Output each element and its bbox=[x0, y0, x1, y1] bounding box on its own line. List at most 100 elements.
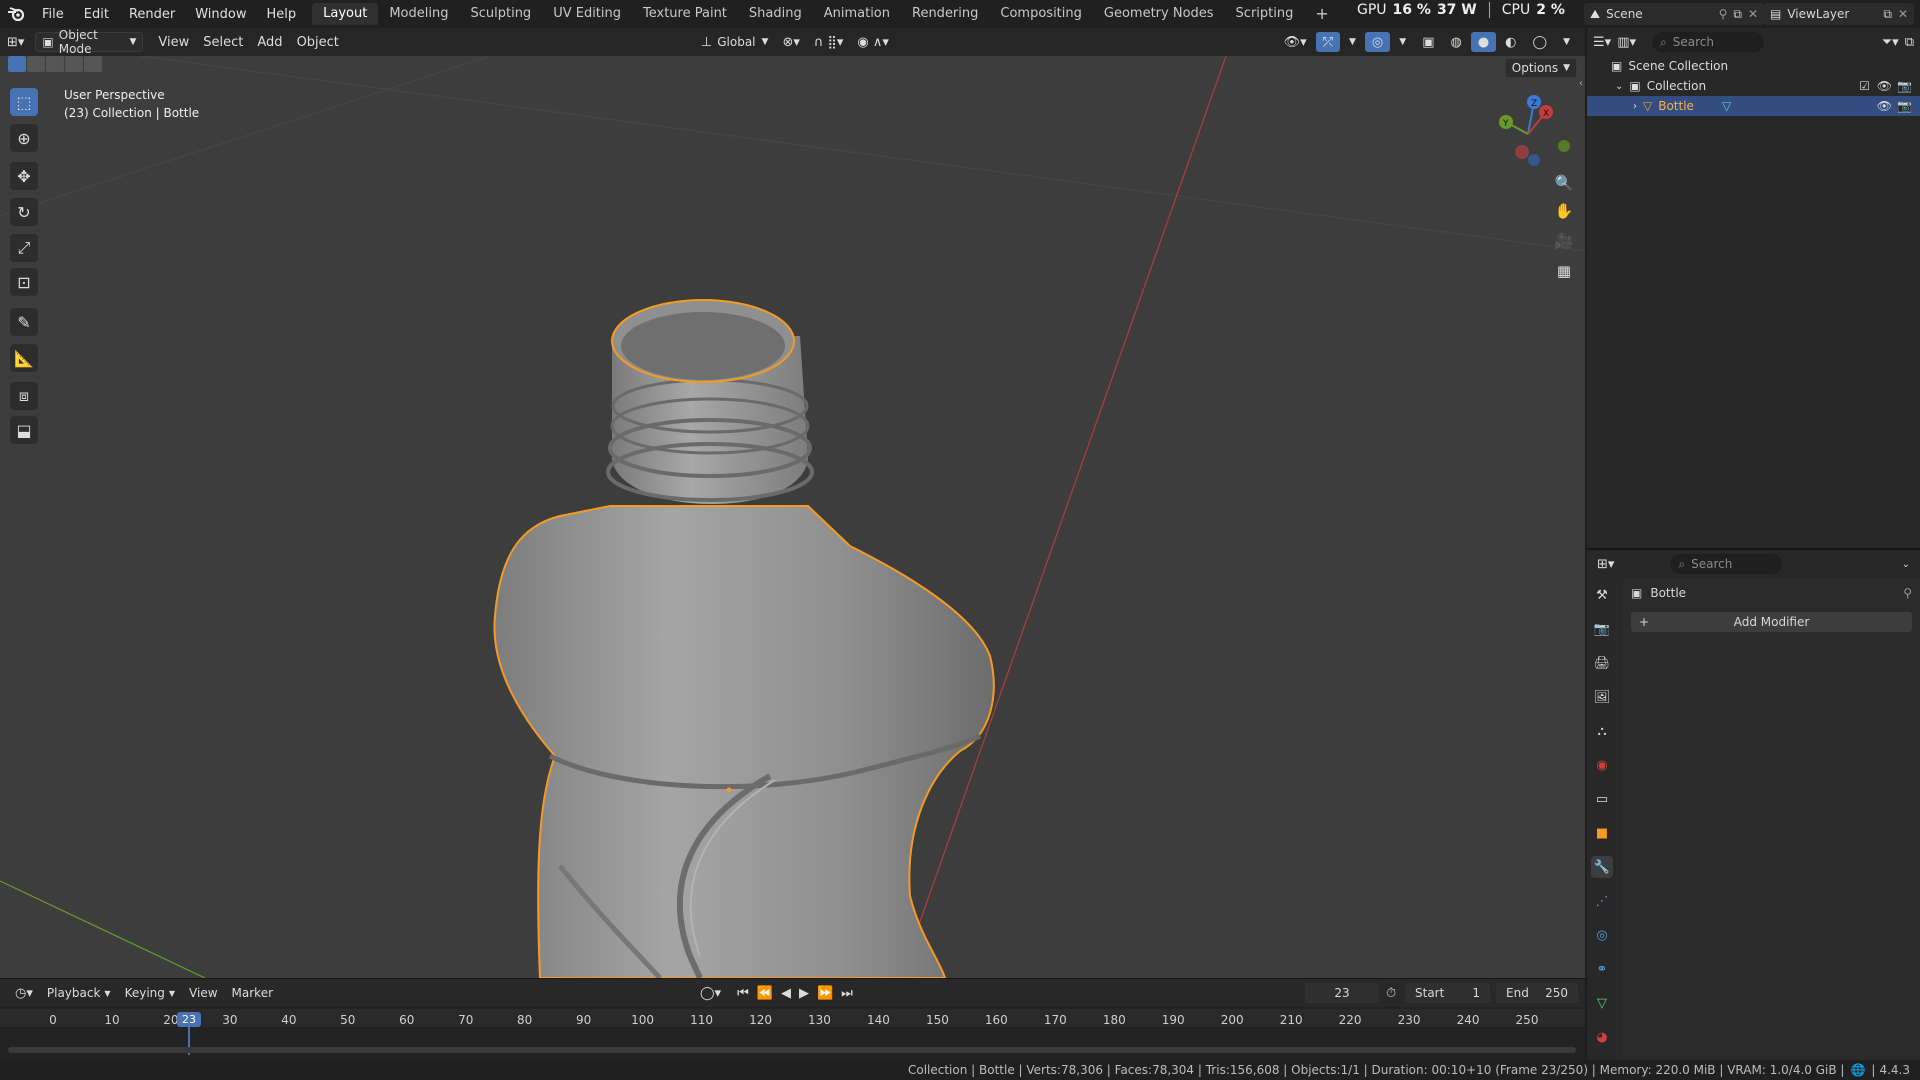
play-icon[interactable]: ▶ bbox=[799, 986, 809, 1001]
tab-modifiers[interactable]: 🔧 bbox=[1591, 856, 1613, 878]
timeline-editor-type[interactable]: ◷▾ bbox=[8, 983, 40, 1003]
tab-view-layer[interactable]: 🖼 bbox=[1591, 686, 1613, 708]
blender-logo-icon[interactable] bbox=[0, 0, 32, 28]
tab-particles[interactable]: ⋰ bbox=[1591, 890, 1613, 912]
tab-render[interactable]: 📷 bbox=[1591, 618, 1613, 640]
pan-button[interactable]: ✋ bbox=[1551, 198, 1577, 224]
jump-start-icon[interactable]: ⏮ bbox=[737, 986, 749, 1001]
tab-modeling[interactable]: Modeling bbox=[378, 3, 459, 25]
menu-window[interactable]: Window bbox=[185, 7, 256, 22]
shading-dropdown[interactable]: ▼ bbox=[1556, 32, 1577, 52]
timeline-scrollbar[interactable] bbox=[8, 1047, 1576, 1053]
new-scene-icon[interactable]: ⧉ bbox=[1733, 7, 1742, 22]
menu-select[interactable]: Select bbox=[196, 32, 250, 52]
tab-geometry-nodes[interactable]: Geometry Nodes bbox=[1093, 3, 1225, 25]
timeline-ruler[interactable]: 0 10 20 30 40 50 60 70 80 90 100 110 120 130 140 150 160… bbox=[0, 1009, 1585, 1057]
record-icon[interactable]: ◯▾ bbox=[700, 986, 721, 1001]
pivot-button[interactable]: ⊗▾ bbox=[775, 32, 806, 52]
display-mode-icon[interactable]: ▥▾ bbox=[1617, 35, 1636, 50]
camera-view-button[interactable]: 🎥 bbox=[1551, 228, 1577, 254]
3d-viewport[interactable]: User Perspective (23) Collection | Bottl… bbox=[0, 56, 1585, 978]
xray-toggle[interactable]: ▣ bbox=[1415, 32, 1441, 52]
menu-add[interactable]: Add bbox=[250, 32, 289, 52]
outliner-editor-icon[interactable]: ☰▾ bbox=[1593, 35, 1611, 50]
camera-icon[interactable]: 📷 bbox=[1897, 99, 1912, 113]
add-modifier-button[interactable]: + Add Modifier bbox=[1631, 612, 1912, 632]
close-icon[interactable]: ✕ bbox=[1748, 7, 1758, 21]
shading-rendered[interactable]: ◯ bbox=[1526, 32, 1555, 52]
outliner-row-collection[interactable]: ⌄ ▣ Collection ☑ 👁 📷 bbox=[1587, 76, 1920, 96]
menu-object[interactable]: Object bbox=[290, 32, 346, 52]
tab-tool[interactable]: ⚒ bbox=[1591, 584, 1613, 606]
playhead[interactable]: 23 bbox=[177, 1012, 201, 1027]
tool-measure[interactable]: 📐 bbox=[10, 344, 38, 372]
eye-icon[interactable]: 👁 bbox=[1877, 99, 1892, 113]
menu-render[interactable]: Render bbox=[119, 7, 185, 22]
menu-view[interactable]: View bbox=[151, 32, 196, 52]
close-icon[interactable]: ✕ bbox=[1898, 7, 1908, 21]
gizmo-toggle[interactable]: ⤱ bbox=[1315, 32, 1340, 52]
tool-move[interactable]: ✥ bbox=[10, 162, 38, 190]
next-keyframe-icon[interactable]: ⏩ bbox=[817, 986, 833, 1001]
tab-sculpting[interactable]: Sculpting bbox=[459, 3, 542, 25]
navigation-gizmo[interactable]: Z X Y bbox=[1490, 90, 1570, 170]
menu-help[interactable]: Help bbox=[257, 7, 307, 22]
stopwatch-icon[interactable]: ⏱ bbox=[1386, 986, 1396, 1001]
tab-animation[interactable]: Animation bbox=[813, 3, 901, 25]
tab-shading[interactable]: Shading bbox=[738, 3, 813, 25]
tab-constraints[interactable]: ⚭ bbox=[1591, 958, 1613, 980]
current-frame-field[interactable]: 23 bbox=[1305, 983, 1379, 1003]
select-subtract-icon[interactable] bbox=[46, 56, 64, 72]
checkbox-icon[interactable]: ☑ bbox=[1859, 79, 1870, 93]
menu-keying[interactable]: Keying ▼ bbox=[118, 983, 182, 1003]
pin-icon[interactable]: ⚲ bbox=[1719, 7, 1728, 21]
tab-material[interactable]: ◕ bbox=[1591, 1026, 1613, 1048]
shading-material[interactable]: ◐ bbox=[1498, 32, 1523, 52]
select-new-icon[interactable] bbox=[8, 56, 26, 72]
overlay-dropdown[interactable]: ▼ bbox=[1392, 32, 1413, 52]
menu-file[interactable]: File bbox=[32, 7, 74, 22]
eye-icon[interactable]: 👁 bbox=[1877, 79, 1892, 93]
tab-layout[interactable]: Layout bbox=[312, 3, 379, 25]
prev-keyframe-icon[interactable]: ⏪ bbox=[757, 986, 773, 1001]
shading-wireframe[interactable]: ◍ bbox=[1443, 32, 1468, 52]
snap-button[interactable]: ∩ ⣿▾ bbox=[807, 32, 851, 52]
properties-search[interactable]: ⌕ Search bbox=[1670, 554, 1783, 574]
proportional-edit-button[interactable]: ◉ ∧▾ bbox=[850, 32, 896, 52]
tab-object[interactable]: ■ bbox=[1591, 822, 1613, 844]
chevron-down-icon[interactable]: ⌄ bbox=[1615, 81, 1623, 92]
mesh-data-icon[interactable]: ▽ bbox=[1722, 99, 1731, 113]
tab-collection[interactable]: ▭ bbox=[1591, 788, 1613, 810]
new-collection-icon[interactable]: ⧉ bbox=[1905, 35, 1914, 50]
pin-icon[interactable]: ⚲ bbox=[1903, 586, 1912, 600]
tool-transform[interactable]: ⊡ bbox=[10, 268, 38, 296]
gizmo-dropdown[interactable]: ▼ bbox=[1342, 32, 1363, 52]
tab-scene[interactable]: ⛬ bbox=[1591, 720, 1613, 742]
tab-compositing[interactable]: Compositing bbox=[989, 3, 1093, 25]
outliner-search[interactable]: ⌕ Search bbox=[1652, 32, 1764, 52]
sidebar-toggle[interactable]: ‹ bbox=[1579, 78, 1583, 89]
tab-uv-editing[interactable]: UV Editing bbox=[542, 3, 632, 25]
zoom-button[interactable]: 🔍 bbox=[1551, 170, 1577, 196]
outliner-row-scene-collection[interactable]: ▣ Scene Collection bbox=[1587, 56, 1920, 76]
chevron-right-icon[interactable]: › bbox=[1633, 101, 1637, 112]
options-dropdown[interactable]: Options ▼ bbox=[1504, 58, 1577, 78]
tab-data[interactable]: ▽ bbox=[1591, 992, 1613, 1014]
tool-extrude[interactable]: ⬓ bbox=[10, 416, 38, 444]
tab-texture-paint[interactable]: Texture Paint bbox=[632, 3, 738, 25]
tab-scripting[interactable]: Scripting bbox=[1225, 3, 1305, 25]
tab-physics[interactable]: ◎ bbox=[1591, 924, 1613, 946]
ortho-toggle-button[interactable]: ▦ bbox=[1551, 258, 1577, 284]
tab-world[interactable]: ◉ bbox=[1591, 754, 1613, 776]
filter-icon[interactable]: ⏷▾ bbox=[1882, 35, 1899, 50]
end-frame-field[interactable]: End 250 bbox=[1496, 983, 1578, 1003]
scene-selector[interactable]: ⛰ Scene ⚲ ⧉ ✕ bbox=[1584, 3, 1764, 25]
tool-scale[interactable]: ⤢ bbox=[10, 234, 38, 262]
mode-dropdown[interactable]: ▣ Object Mode ▼ bbox=[35, 28, 144, 56]
play-reverse-icon[interactable]: ◀ bbox=[781, 986, 791, 1001]
view-layer-selector[interactable]: ▤ ViewLayer ⧉ ✕ bbox=[1764, 3, 1914, 25]
new-layer-icon[interactable]: ⧉ bbox=[1883, 7, 1892, 22]
jump-end-icon[interactable]: ⏭ bbox=[841, 986, 853, 1001]
tab-rendering[interactable]: Rendering bbox=[901, 3, 989, 25]
menu-playback[interactable]: Playback ▼ bbox=[40, 983, 118, 1003]
